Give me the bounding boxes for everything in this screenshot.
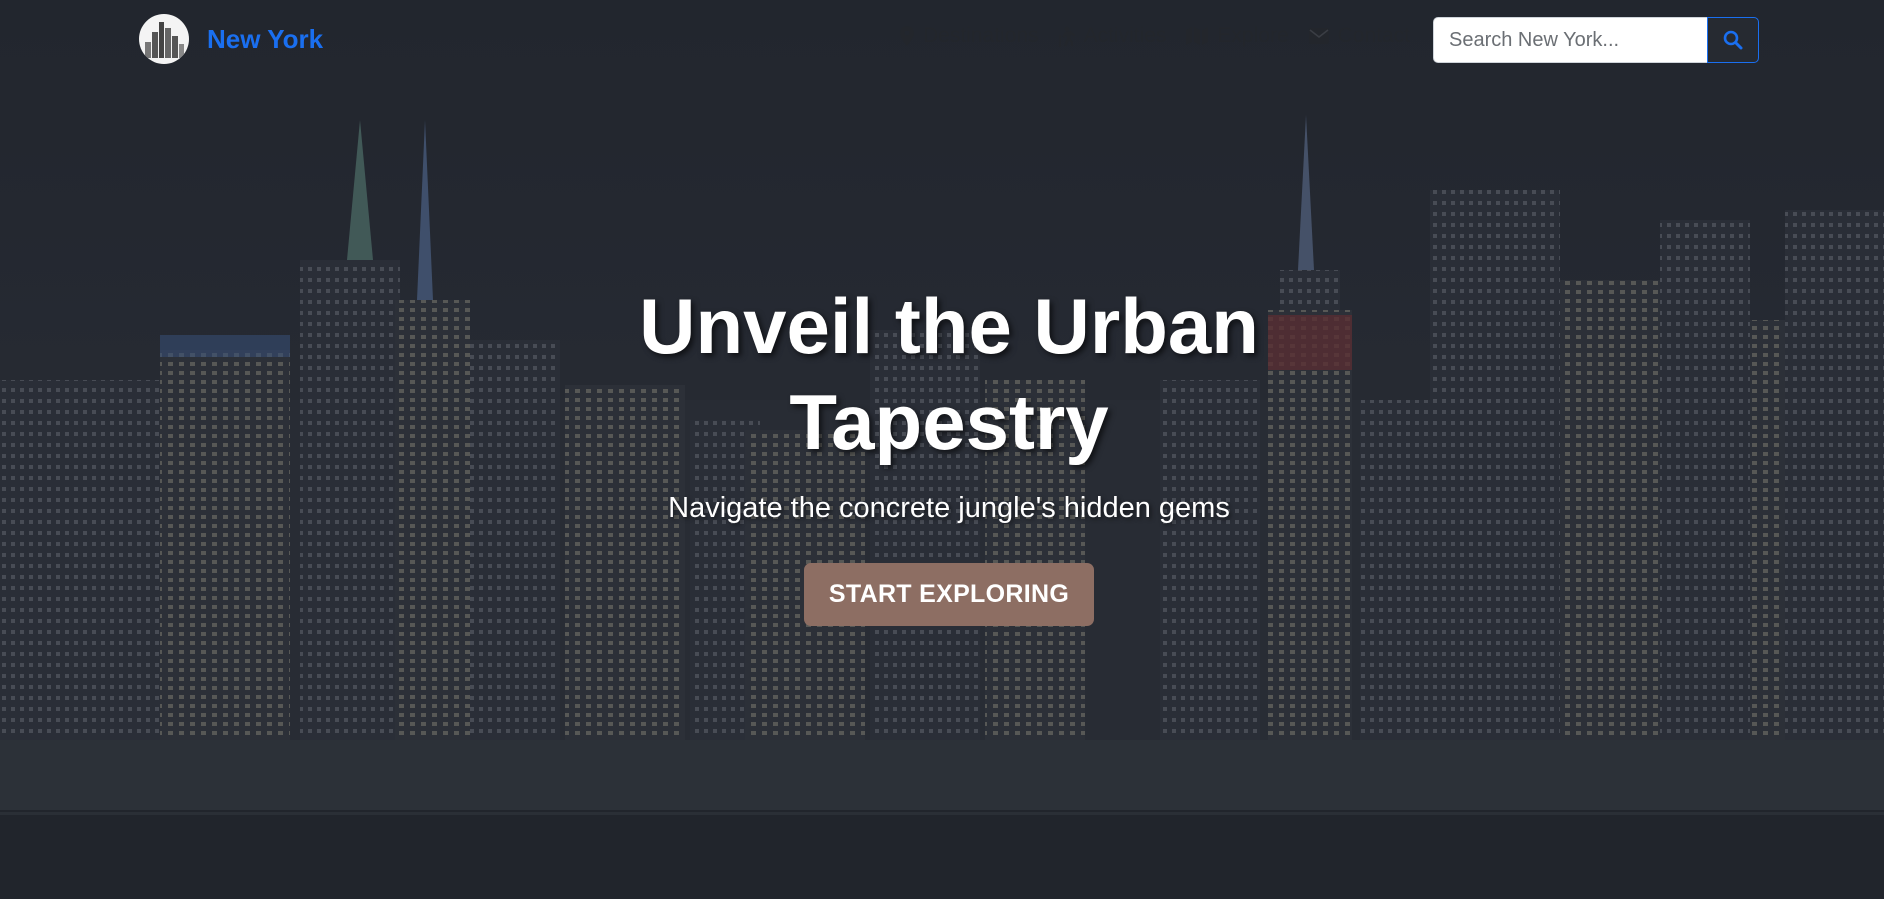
search-input[interactable] bbox=[1433, 17, 1707, 63]
hiking-icon bbox=[1058, 26, 1075, 47]
main-nav: Destinations Activities Explore Contact bbox=[900, 24, 1430, 48]
nav-label: Explore bbox=[1217, 24, 1289, 47]
map-icon bbox=[1186, 27, 1209, 45]
hero-content: Unveil the Urban Tapestry Navigate the c… bbox=[0, 278, 1884, 626]
search-form bbox=[1433, 17, 1759, 63]
start-exploring-button[interactable]: START EXPLORING bbox=[803, 563, 1095, 626]
nav-item-explore[interactable]: Explore bbox=[1186, 24, 1289, 48]
search-button[interactable] bbox=[1707, 17, 1759, 63]
skyline-logo-icon bbox=[139, 14, 189, 64]
envelope-icon bbox=[1308, 28, 1329, 44]
brand[interactable]: New York bbox=[139, 14, 323, 64]
hero-subtitle: Navigate the concrete jungle's hidden ge… bbox=[668, 492, 1230, 524]
nav-label: Destinations bbox=[923, 24, 1039, 47]
brand-name: New York bbox=[207, 23, 324, 54]
navbar: New York Destinations Activities Explore… bbox=[0, 0, 1884, 80]
hero-section: New York Destinations Activities Explore… bbox=[0, 0, 1884, 899]
nav-label: Contact bbox=[1337, 24, 1410, 47]
search-icon bbox=[1723, 30, 1743, 50]
map-marker-icon bbox=[900, 26, 914, 46]
hero-title: Unveil the Urban Tapestry bbox=[639, 282, 1259, 466]
nav-label: Activities bbox=[1083, 24, 1167, 47]
nav-item-destinations[interactable]: Destinations bbox=[900, 24, 1039, 48]
nav-item-activities[interactable]: Activities bbox=[1058, 24, 1167, 48]
nav-item-contact[interactable]: Contact bbox=[1308, 24, 1410, 48]
